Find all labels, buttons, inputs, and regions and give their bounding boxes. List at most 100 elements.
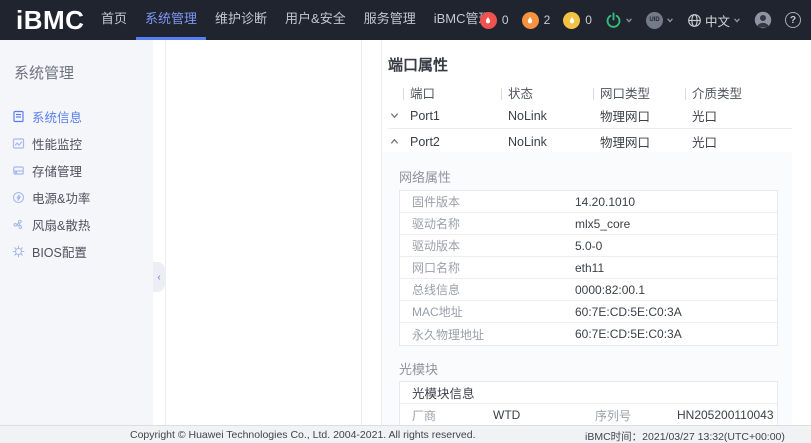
table-row: 厂商 WTD 序列号 HN205200110043	[400, 404, 777, 425]
network-properties-table: 固件版本 14.20.1010 驱动名称 mlx5_core 驱动版本 5.0-…	[399, 190, 778, 346]
column-header-port-type: 网口类型	[593, 87, 685, 101]
detail-value: 0000:82:00.1	[575, 283, 645, 297]
footer: Copyright © Huawei Technologies Co., Ltd…	[0, 425, 811, 443]
panel-divider	[361, 40, 362, 425]
sidebar-item-fan-cooling[interactable]: 风扇&散热	[0, 211, 153, 238]
optical-module-info-header: 光模块信息	[400, 382, 777, 404]
nav-item-system-management[interactable]: 系统管理	[136, 0, 206, 40]
port-properties-panel: 端口属性 端口 状态 网口类型 介质类型 Port1 NoLink 物理网口 光…	[381, 40, 792, 425]
table-row: 固件版本 14.20.1010	[400, 191, 777, 213]
vendor-value: WTD	[493, 408, 595, 422]
sidebar: 系统管理 系统信息 性能监控	[0, 40, 153, 425]
port-type: 物理网口	[593, 132, 685, 151]
header-actions: 0 2 0	[480, 0, 801, 40]
ibmc-logo: iBMC	[0, 0, 92, 40]
table-row: MAC地址 60:7E:CD:5E:C0:3A	[400, 301, 777, 323]
chevron-up-icon	[390, 137, 399, 146]
help-icon: ?	[785, 12, 801, 28]
detail-value: mlx5_core	[575, 217, 630, 231]
gear-icon	[12, 245, 25, 258]
detail-label: 永久物理地址	[400, 326, 575, 343]
port-status: NoLink	[501, 109, 593, 123]
ibmc-time-value: 2021/03/27 13:32(UTC+00:00)	[642, 431, 785, 443]
sidebar-item-label: 系统信息	[32, 107, 82, 126]
port-table: 端口 状态 网口类型 介质类型 Port1 NoLink 物理网口 光口	[388, 84, 792, 155]
port-type: 物理网口	[593, 106, 685, 125]
sidebar-item-bios-config[interactable]: BIOS配置	[0, 238, 153, 265]
sidebar-item-label: BIOS配置	[32, 242, 87, 261]
detail-value: 60:7E:CD:5E:C0:3A	[575, 305, 682, 319]
serial-number-label: 序列号	[595, 407, 677, 424]
main-nav: 首页 系统管理 维护诊断 用户&安全 服务管理 iBMC管理	[92, 0, 501, 40]
vendor-label: 厂商	[400, 407, 493, 424]
ibmc-app: iBMC 首页 系统管理 维护诊断 用户&安全 服务管理 iBMC管理 0 2	[0, 0, 811, 443]
language-label: 中文	[705, 11, 730, 30]
sidebar-title: 系统管理	[14, 62, 153, 83]
nav-item-home[interactable]: 首页	[92, 0, 136, 40]
table-row-port1[interactable]: Port1 NoLink 物理网口 光口	[388, 103, 792, 129]
chevron-down-icon	[733, 16, 741, 24]
media-type: 光口	[685, 106, 792, 125]
sidebar-menu: 系统信息 性能监控 存储管理	[0, 103, 153, 265]
fan-icon	[12, 218, 25, 231]
ibmc-time-label: iBMC时间：	[585, 431, 642, 443]
alarm-minor-indicator[interactable]: 0	[563, 12, 592, 29]
sidebar-item-label: 存储管理	[32, 161, 82, 180]
detail-label: 总线信息	[400, 281, 575, 298]
help-button[interactable]: ?	[785, 12, 801, 28]
alarm-critical-indicator[interactable]: 0	[480, 12, 509, 29]
nav-item-user-security[interactable]: 用户&安全	[276, 0, 355, 40]
language-selector[interactable]: 中文	[687, 11, 741, 30]
column-header-status: 状态	[501, 87, 593, 101]
detail-label: 网口名称	[400, 259, 575, 276]
optical-module-table: 光模块信息 厂商 WTD 序列号 HN205200110043	[399, 381, 778, 425]
page-title: 端口属性	[382, 40, 792, 75]
minor-alarm-flame-icon	[563, 12, 580, 29]
sidebar-item-storage-management[interactable]: 存储管理	[0, 157, 153, 184]
critical-alarm-count: 0	[502, 13, 509, 27]
table-row: 驱动版本 5.0-0	[400, 235, 777, 257]
alarm-major-indicator[interactable]: 2	[522, 12, 551, 29]
collapse-toggle[interactable]	[388, 137, 403, 146]
detail-value: 14.20.1010	[575, 195, 635, 209]
chevron-left-icon: ‹	[157, 272, 160, 283]
sidebar-collapse-button[interactable]: ‹	[153, 262, 165, 292]
table-row: 驱动名称 mlx5_core	[400, 213, 777, 235]
network-properties-title: 网络属性	[399, 167, 778, 183]
port-status: NoLink	[501, 135, 593, 149]
chevron-down-icon	[390, 111, 399, 120]
avatar-icon	[754, 11, 772, 29]
detail-value: 60:7E:CD:5E:C0:3A	[575, 327, 682, 341]
table-row: 网口名称 eth11	[400, 257, 777, 279]
detail-value: 5.0-0	[575, 239, 602, 253]
user-account-button[interactable]	[754, 11, 772, 29]
document-icon	[12, 110, 25, 123]
sidebar-item-power[interactable]: 电源&功率	[0, 184, 153, 211]
port2-detail-panel: 网络属性 固件版本 14.20.1010 驱动名称 mlx5_core 驱动版本…	[382, 152, 792, 425]
nav-item-maintenance-diagnostics[interactable]: 维护诊断	[206, 0, 276, 40]
uid-icon: UID	[646, 12, 663, 29]
serial-number-value: HN205200110043	[677, 408, 774, 422]
top-header: iBMC 首页 系统管理 维护诊断 用户&安全 服务管理 iBMC管理 0 2	[0, 0, 811, 40]
power-control-button[interactable]	[605, 12, 633, 29]
port-name: Port1	[403, 109, 501, 123]
expand-toggle[interactable]	[388, 111, 403, 120]
globe-icon	[687, 13, 702, 28]
power-bolt-icon	[12, 191, 25, 204]
nav-item-service-management[interactable]: 服务管理	[355, 0, 425, 40]
chevron-down-icon	[666, 16, 674, 24]
sidebar-item-label: 性能监控	[32, 134, 82, 153]
storage-drive-icon	[12, 164, 25, 177]
uid-indicator-button[interactable]: UID	[646, 12, 674, 29]
column-header-port: 端口	[403, 87, 501, 101]
detail-label: MAC地址	[400, 303, 575, 320]
detail-label: 驱动名称	[400, 215, 575, 232]
sidebar-item-performance-monitoring[interactable]: 性能监控	[0, 130, 153, 157]
media-type: 光口	[685, 132, 792, 151]
sidebar-item-system-info[interactable]: 系统信息	[0, 103, 153, 130]
sidebar-item-label: 电源&功率	[32, 188, 90, 207]
optical-module-title: 光模块	[399, 359, 778, 375]
chevron-down-icon	[625, 16, 633, 24]
line-chart-icon	[12, 137, 25, 150]
detail-label: 驱动版本	[400, 237, 575, 254]
